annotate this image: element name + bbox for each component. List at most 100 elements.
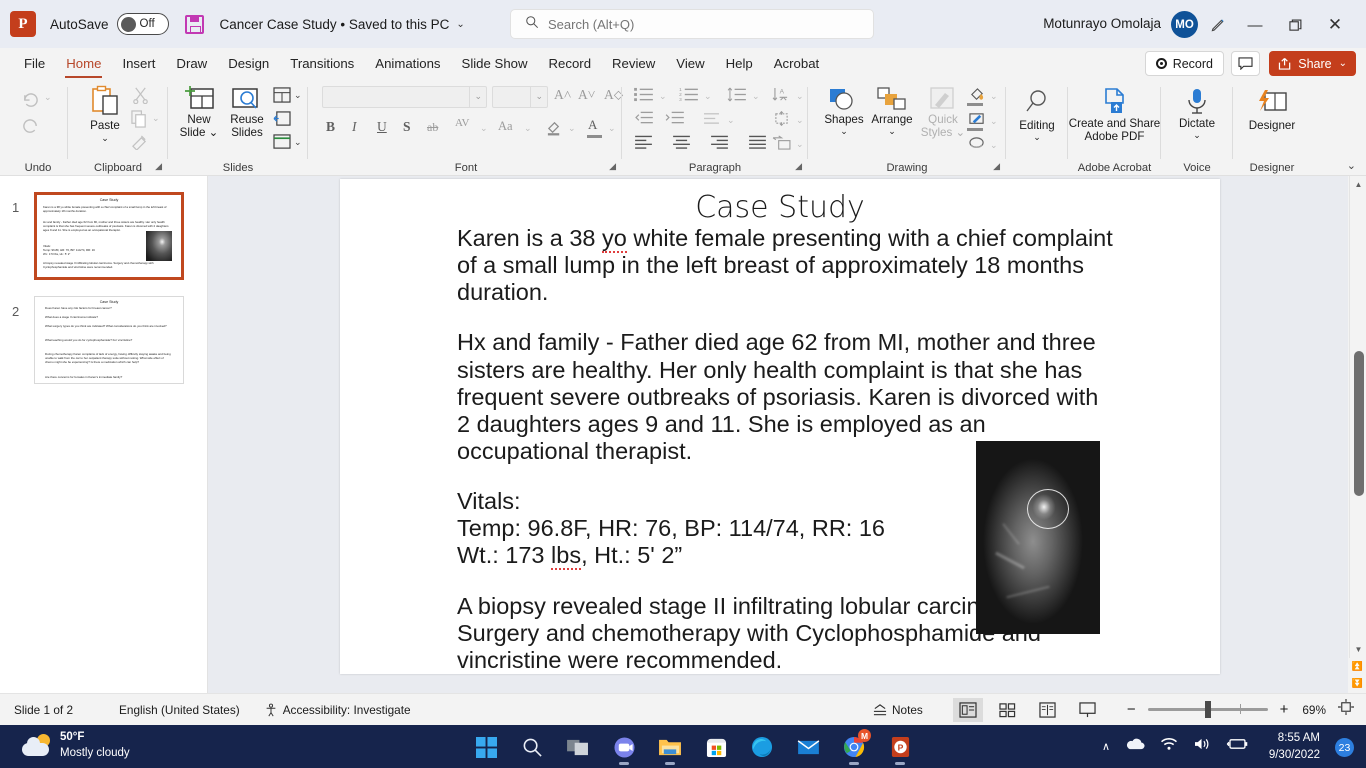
- shapes-chevron-icon[interactable]: ⌄: [840, 126, 848, 136]
- change-case-button[interactable]: Aa: [498, 119, 513, 134]
- new-slide-button[interactable]: New Slide ⌄: [176, 85, 222, 140]
- slide-title[interactable]: Case Study: [340, 190, 1220, 225]
- font-size-input[interactable]: ⌄: [492, 86, 548, 108]
- slide-thumbnail-2[interactable]: Case Study Does Karen have any risk fact…: [34, 296, 184, 384]
- slide-canvas[interactable]: Case Study Karen is a 38 yo white female…: [208, 176, 1348, 693]
- shape-fill-chevron-icon[interactable]: ⌄: [990, 91, 998, 102]
- drawing-dialog-launcher[interactable]: ◢: [993, 161, 1000, 172]
- reset-icon[interactable]: [273, 111, 291, 127]
- start-icon[interactable]: [468, 729, 504, 765]
- text-direction-icon[interactable]: A: [772, 87, 791, 102]
- slide-show-button[interactable]: [1073, 698, 1103, 722]
- text-direction-chevron-icon[interactable]: ⌄: [796, 91, 804, 102]
- ribbon-collapse-button[interactable]: ⌄: [1347, 159, 1356, 172]
- text-fit-icon[interactable]: [772, 111, 791, 126]
- text-fit-chevron-icon[interactable]: ⌄: [796, 115, 804, 126]
- autosave-toggle[interactable]: Off: [117, 13, 169, 35]
- bullets-chevron-icon[interactable]: ⌄: [659, 91, 667, 102]
- previous-slide-button[interactable]: ⏫: [1349, 658, 1366, 675]
- restore-button[interactable]: [1282, 12, 1308, 38]
- tab-home[interactable]: Home: [56, 53, 111, 74]
- zoom-in-button[interactable]: +: [1280, 701, 1289, 718]
- increase-font-size-button[interactable]: A˄: [554, 87, 571, 103]
- save-icon[interactable]: [185, 15, 204, 34]
- editing-chevron-icon[interactable]: ⌄: [1033, 132, 1041, 142]
- shape-effects-chevron-icon[interactable]: ⌄: [990, 140, 998, 151]
- dictate-chevron-icon[interactable]: ⌄: [1193, 130, 1201, 140]
- weather-widget[interactable]: 50°F Mostly cloudy: [22, 730, 130, 761]
- paste-button[interactable]: Paste ⌄: [82, 85, 128, 144]
- underline-button[interactable]: U: [377, 119, 387, 135]
- align-text-icon[interactable]: [702, 111, 721, 125]
- redo-icon[interactable]: [18, 115, 42, 137]
- mammogram-image[interactable]: [976, 441, 1100, 634]
- copy-chevron-icon[interactable]: ⌄: [152, 113, 160, 124]
- slide-thumbnail-1[interactable]: Case Study Karen is a 38 yo white female…: [34, 192, 184, 280]
- next-slide-button[interactable]: ⏬: [1349, 675, 1366, 692]
- font-dialog-launcher[interactable]: ◢: [609, 161, 616, 172]
- pen-icon[interactable]: [1204, 12, 1230, 38]
- arrange-button[interactable]: Arrange ⌄: [866, 87, 918, 137]
- record-button[interactable]: Record: [1145, 51, 1224, 76]
- font-color-chevron-icon[interactable]: ⌄: [608, 123, 616, 134]
- scroll-down-arrow-icon[interactable]: ▼: [1350, 641, 1366, 658]
- microsoft-store-icon[interactable]: [698, 729, 734, 765]
- title-chevron-icon[interactable]: ⌄: [456, 19, 464, 30]
- tab-animations[interactable]: Animations: [365, 53, 450, 74]
- comments-button[interactable]: [1231, 51, 1260, 76]
- character-spacing-chevron-icon[interactable]: ⌄: [480, 123, 488, 134]
- chrome-icon[interactable]: M: [836, 729, 872, 765]
- justify-icon[interactable]: [748, 135, 767, 149]
- zoom-slider[interactable]: [1148, 708, 1268, 711]
- line-spacing-chevron-icon[interactable]: ⌄: [752, 91, 760, 102]
- tab-acrobat[interactable]: Acrobat: [764, 53, 829, 74]
- slide-counter[interactable]: Slide 1 of 2: [14, 703, 73, 717]
- language-indicator[interactable]: English (United States): [119, 703, 240, 717]
- tab-slide-show[interactable]: Slide Show: [452, 53, 538, 74]
- strikethrough-button[interactable]: ab: [427, 120, 438, 135]
- cut-icon[interactable]: [132, 86, 149, 104]
- smartart-chevron-icon[interactable]: ⌄: [796, 139, 804, 150]
- dictate-button[interactable]: Dictate ⌄: [1171, 87, 1223, 141]
- thumbnail-row-1[interactable]: 1 Case Study Karen is a 38 yo white fema…: [0, 192, 208, 292]
- avatar[interactable]: MO: [1171, 11, 1198, 38]
- mail-icon[interactable]: [790, 729, 826, 765]
- shape-fill-icon[interactable]: [968, 87, 986, 103]
- bold-button[interactable]: B: [326, 119, 335, 135]
- arrange-chevron-icon[interactable]: ⌄: [888, 126, 896, 136]
- section-icon[interactable]: [273, 134, 291, 150]
- decrease-indent-icon[interactable]: [634, 111, 653, 125]
- zoom-slider-handle[interactable]: [1205, 701, 1211, 718]
- tab-file[interactable]: File: [14, 53, 55, 74]
- slide-sorter-button[interactable]: [993, 698, 1023, 722]
- character-spacing-button[interactable]: AV: [455, 117, 469, 129]
- fit-to-window-button[interactable]: [1338, 699, 1354, 720]
- paragraph-dialog-launcher[interactable]: ◢: [795, 161, 802, 172]
- scroll-up-arrow-icon[interactable]: ▲: [1350, 176, 1366, 193]
- align-text-chevron-icon[interactable]: ⌄: [727, 115, 735, 126]
- battery-charging-icon[interactable]: [1226, 737, 1248, 756]
- slide-thumbnail-pane[interactable]: 1 Case Study Karen is a 38 yo white fema…: [0, 176, 208, 693]
- tray-chevron-icon[interactable]: ∧: [1102, 740, 1110, 753]
- align-right-icon[interactable]: [710, 135, 729, 149]
- numbering-icon[interactable]: 123: [679, 87, 698, 102]
- align-center-icon[interactable]: [672, 135, 691, 149]
- convert-to-smartart-icon[interactable]: [772, 135, 791, 150]
- font-color-button[interactable]: A: [588, 117, 597, 133]
- current-slide[interactable]: Case Study Karen is a 38 yo white female…: [340, 179, 1220, 674]
- reading-view-button[interactable]: [1033, 698, 1063, 722]
- onedrive-icon[interactable]: [1125, 737, 1145, 756]
- undo-icon[interactable]: [18, 89, 42, 111]
- layout-chevron-icon[interactable]: ⌄: [294, 90, 302, 101]
- quick-styles-button[interactable]: Quick Styles ⌄: [916, 87, 970, 140]
- text-shadow-button[interactable]: S: [403, 119, 411, 135]
- format-painter-icon[interactable]: [131, 134, 149, 150]
- tab-design[interactable]: Design: [218, 53, 279, 74]
- taskbar-clock[interactable]: 8:55 AM 9/30/2022: [1269, 730, 1320, 763]
- font-name-input[interactable]: ⌄: [322, 86, 487, 108]
- close-button[interactable]: ✕: [1322, 12, 1348, 38]
- accessibility-status[interactable]: Accessibility: Investigate: [264, 703, 411, 717]
- tab-record[interactable]: Record: [539, 53, 602, 74]
- share-button[interactable]: Share ⌄: [1269, 51, 1356, 76]
- undo-chevron-icon[interactable]: ⌄: [44, 92, 52, 103]
